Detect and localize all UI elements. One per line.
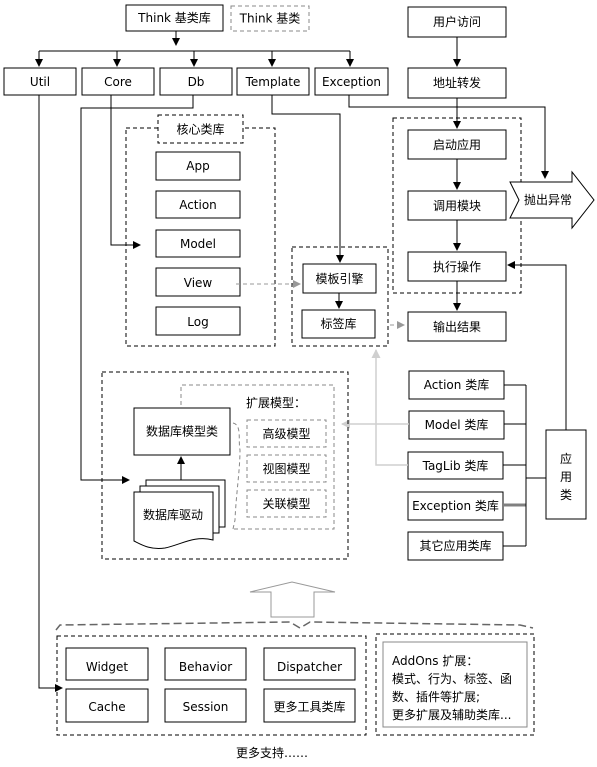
addons-line-2: 模式、行为、标签、函: [392, 671, 512, 686]
app-lib-taglib-label: TagLib 类库: [422, 458, 489, 473]
core-item-view-label: View: [184, 276, 213, 290]
think-lib-connectors: [35, 31, 354, 67]
think-base-legend-label: Think 基类: [239, 12, 301, 26]
think-lib-node: Think 基类库: [125, 4, 224, 32]
flow-step-call-module-label: 调用模块: [433, 199, 481, 213]
bottom-support-brace: [55, 621, 534, 631]
app-lib-other: 其它应用类库: [407, 531, 504, 561]
ext-model-relation: 关联模型: [246, 489, 327, 518]
module-template: Template: [236, 67, 310, 96]
throw-exception-label: 抛出异常: [524, 192, 572, 207]
flow-step-start-app-label: 启动应用: [433, 137, 481, 152]
core-item-app-label: App: [186, 159, 209, 173]
ext-model-advanced: 高级模型: [246, 419, 327, 448]
core-item-log: Log: [155, 306, 241, 336]
module-util-label: Util: [30, 75, 50, 89]
app-class-node: 应 用 类: [545, 429, 587, 520]
flow-step-start-app: 启动应用: [407, 129, 507, 160]
tool-dispatcher: Dispatcher: [263, 647, 356, 681]
template-engine-label: 模板引擎: [315, 271, 363, 286]
module-core: Core: [81, 67, 155, 96]
tool-cache-label: Cache: [88, 700, 125, 714]
core-item-action-label: Action: [179, 198, 217, 212]
thinkphp-architecture-diagram: Think 基类库 Think 基类 Util Core Db Template…: [3, 4, 595, 760]
app-class-label-3: 类: [560, 488, 572, 502]
tool-cache: Cache: [65, 688, 149, 723]
ext-model-view-label: 视图模型: [262, 461, 310, 476]
ext-model-relation-label: 关联模型: [262, 497, 310, 511]
app-lib-bracket: [503, 384, 546, 547]
module-db-label: Db: [188, 75, 205, 89]
more-support-label: 更多支持……: [236, 745, 308, 760]
core-lib-title-label: 核心类库: [176, 122, 224, 137]
app-class-label-1: 应: [560, 451, 572, 466]
template-engine-node: 模板引擎: [302, 263, 377, 294]
addons-line-4: 更多扩展及辅助类库...: [392, 707, 511, 722]
tool-more-label: 更多工具类库: [273, 699, 345, 714]
core-lib-title: 核心类库: [157, 114, 244, 144]
app-lib-other-label: 其它应用类库: [419, 538, 491, 553]
flow-step-user-visit-label: 用户访问: [433, 14, 481, 29]
core-item-view: View: [155, 267, 241, 297]
module-template-label: Template: [245, 75, 301, 89]
addons-line-1: AddOns 扩展：: [392, 654, 478, 668]
ext-model-title: 扩展模型：: [246, 396, 306, 410]
taglib-lib-to-taglib-connector: [371, 349, 408, 466]
db-driver-label: 数据库驱动: [143, 507, 203, 522]
core-item-action: Action: [155, 190, 241, 219]
app-lib-taglib: TagLib 类库: [407, 451, 504, 480]
app-lib-action-label: Action 类库: [424, 377, 489, 392]
module-util: Util: [3, 67, 77, 96]
throw-exception-node: 抛出异常: [509, 170, 595, 230]
app-lib-exception-label: Exception 类库: [412, 498, 499, 513]
flow-step-call-module: 调用模块: [407, 190, 507, 221]
tool-more: 更多工具类库: [263, 688, 356, 723]
core-item-log-label: Log: [187, 315, 208, 329]
flow-step-url-dispatch-label: 地址转发: [433, 75, 481, 90]
think-base-legend: Think 基类: [230, 5, 310, 32]
core-item-model-label: Model: [180, 237, 216, 251]
util-to-tools-connector: [38, 95, 63, 692]
module-db: Db: [159, 67, 233, 96]
ext-model-view: 视图模型: [246, 454, 327, 483]
ext-model-advanced-label: 高级模型: [262, 426, 310, 441]
app-lib-action: Action 类库: [408, 370, 505, 400]
app-lib-exception: Exception 类库: [407, 491, 504, 521]
taglib-node: 标签库: [301, 309, 376, 339]
addons-line-3: 数、插件等扩展;: [392, 689, 480, 704]
app-class-label-2: 用: [560, 470, 572, 484]
tool-behavior-label: Behavior: [179, 660, 232, 674]
module-exception-label: Exception: [322, 75, 381, 89]
tool-session-label: Session: [183, 700, 229, 714]
app-lib-model: Model 类库: [408, 410, 505, 440]
db-model-class-node: 数据库模型类: [133, 407, 231, 456]
think-lib-label: Think 基类库: [137, 10, 211, 25]
flow-step-output-result-label: 输出结果: [433, 319, 481, 334]
app-lib-model-label: Model 类库: [425, 417, 489, 432]
core-item-model: Model: [155, 229, 241, 258]
flow-step-url-dispatch: 地址转发: [407, 67, 507, 99]
ext-model-brace: [232, 422, 241, 530]
tool-widget-label: Widget: [86, 660, 129, 674]
flow-step-output-result: 输出结果: [407, 311, 507, 342]
flow-step-user-visit: 用户访问: [407, 6, 507, 38]
support-up-arrow-icon: [249, 581, 336, 618]
module-core-label: Core: [104, 75, 132, 89]
module-exception: Exception: [314, 67, 389, 96]
tool-session: Session: [164, 688, 247, 723]
core-item-app: App: [155, 151, 241, 181]
taglib-label: 标签库: [320, 316, 356, 331]
flow-step-execute-action-label: 执行操作: [433, 259, 481, 274]
template-to-engine-connector: [271, 95, 344, 263]
db-driver-node: 数据库驱动: [133, 479, 226, 549]
flow-step-execute-action: 执行操作: [407, 251, 507, 282]
addons-node: AddOns 扩展： 模式、行为、标签、函 数、插件等扩展; 更多扩展及辅助类库…: [382, 641, 528, 728]
db-model-class-label: 数据库模型类: [146, 424, 218, 439]
tool-dispatcher-label: Dispatcher: [277, 660, 342, 674]
tool-widget: Widget: [65, 647, 149, 681]
app-class-to-execute-connector: [507, 261, 567, 430]
tool-behavior: Behavior: [164, 647, 247, 681]
